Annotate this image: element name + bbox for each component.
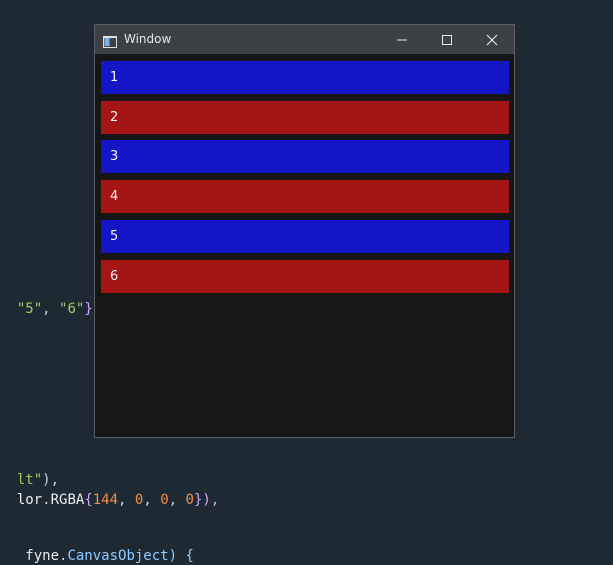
- code-number: 144: [92, 492, 119, 508]
- code-line: lor.RGBA{144, 0, 0, 0}),: [0, 473, 219, 509]
- code-brace: {: [84, 492, 93, 508]
- list-item-label: 6: [110, 269, 119, 284]
- maximize-icon: [441, 34, 452, 45]
- list-item-label: 4: [110, 189, 119, 204]
- code-punct: ,: [143, 492, 161, 508]
- code-brace: }: [84, 301, 93, 317]
- code-string: "6": [59, 301, 85, 317]
- close-icon: [486, 34, 497, 45]
- code-line: fyne.CanvasObject) {: [0, 529, 194, 565]
- list-item-label: 5: [110, 229, 119, 244]
- app-window: Window 1 2 3 4 5 6: [94, 24, 515, 438]
- list-item[interactable]: 5: [101, 220, 509, 253]
- app-window-icon: [103, 33, 117, 48]
- window-title: Window: [124, 32, 172, 46]
- minimize-button[interactable]: [379, 25, 424, 54]
- code-punct: ,: [42, 301, 60, 317]
- code-punct: ,: [118, 492, 135, 508]
- list-item[interactable]: 2: [101, 101, 509, 134]
- close-button[interactable]: [469, 25, 514, 54]
- list-item-label: 2: [110, 110, 119, 125]
- code-number: 0: [185, 492, 194, 508]
- code-type: RGBA: [50, 492, 85, 508]
- code-identifier: fyne: [16, 548, 60, 564]
- list-item[interactable]: 6: [101, 260, 509, 293]
- list-item[interactable]: 3: [101, 140, 509, 173]
- minimize-icon: [396, 39, 407, 40]
- window-titlebar[interactable]: Window: [95, 25, 514, 54]
- code-punct: ,: [168, 492, 186, 508]
- code-string: "5": [16, 301, 43, 317]
- code-type: CanvasObject: [67, 548, 169, 564]
- maximize-button[interactable]: [424, 25, 469, 54]
- list-item-label: 1: [110, 70, 119, 85]
- code-punct: ) {: [168, 548, 194, 564]
- code-line: "5", "6"}: [0, 282, 93, 318]
- list-item[interactable]: 4: [101, 180, 509, 213]
- code-punct: .: [42, 492, 51, 508]
- code-identifier: lor: [16, 492, 43, 508]
- code-brace: }),: [193, 492, 220, 508]
- code-punct: .: [59, 548, 68, 564]
- list-item-label: 3: [110, 149, 119, 164]
- list-item[interactable]: 1: [101, 61, 509, 94]
- code-number: 0: [160, 492, 169, 508]
